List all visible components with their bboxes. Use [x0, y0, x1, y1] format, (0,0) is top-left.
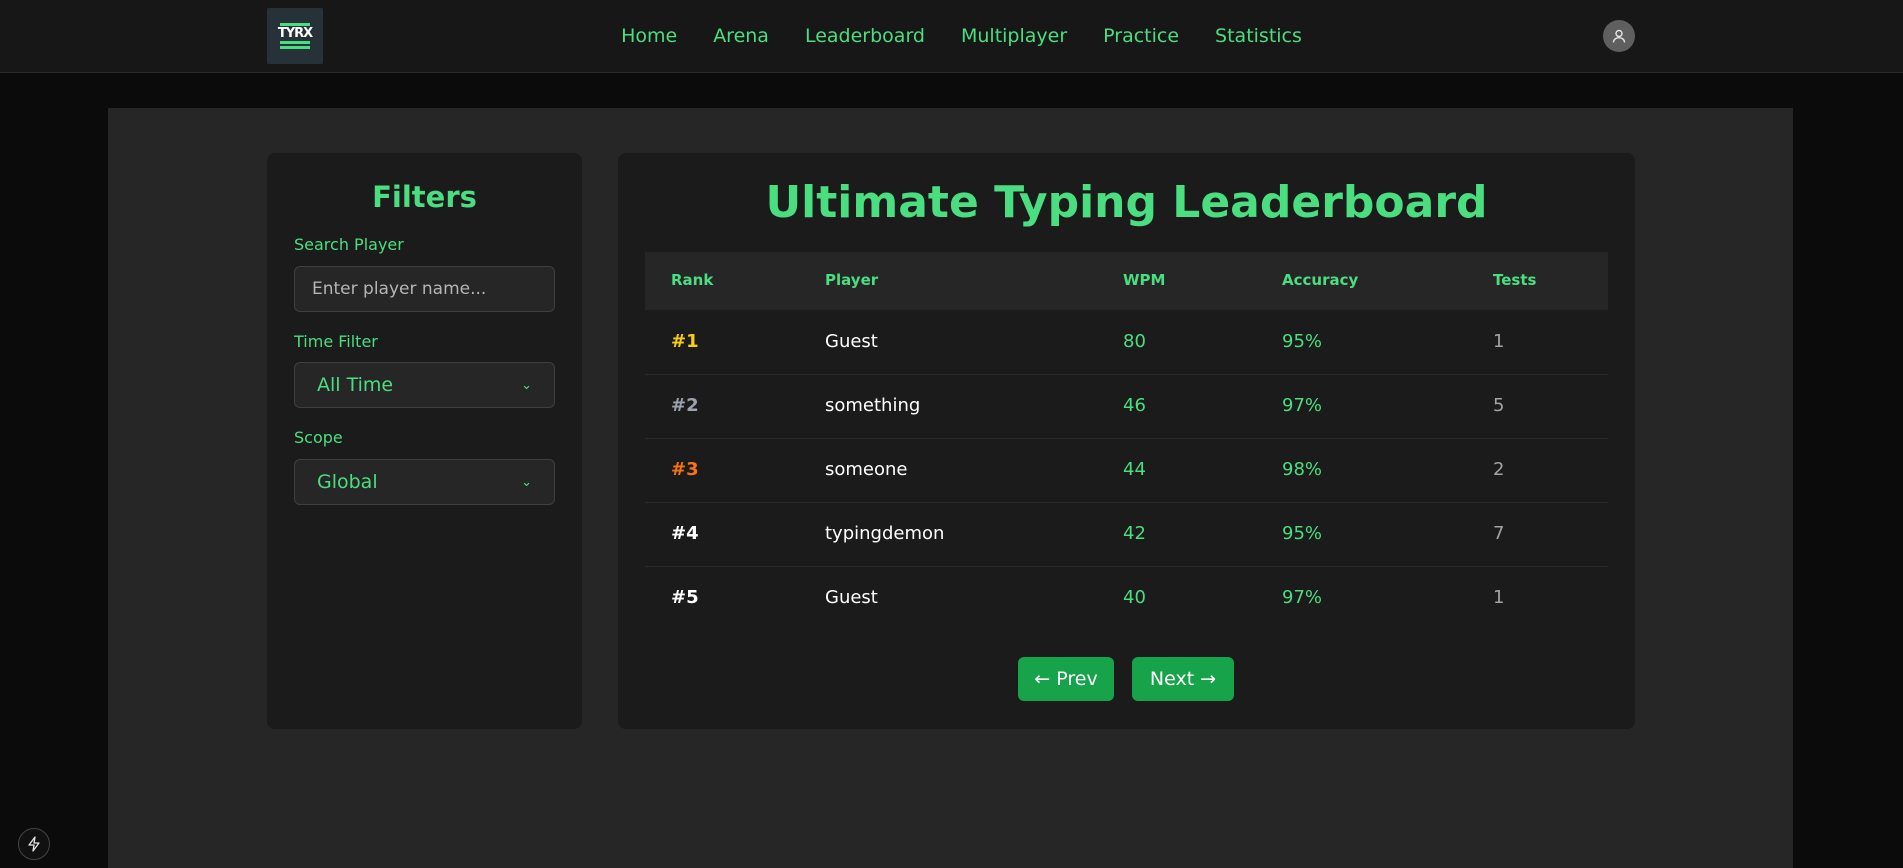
player-cell: something	[825, 395, 921, 416]
tests-cell: 7	[1493, 523, 1505, 544]
tests-cell: 2	[1493, 459, 1505, 480]
nav-link-home[interactable]: Home	[621, 25, 677, 47]
filters-title: Filters	[372, 180, 477, 214]
table-row: #2 something 46 97% 5	[645, 374, 1608, 439]
leaderboard-panel: Ultimate Typing Leaderboard Rank Player …	[618, 153, 1635, 729]
rank-cell: #2	[671, 395, 699, 416]
rank-cell: #3	[671, 459, 699, 480]
time-filter-value: All Time	[317, 374, 394, 396]
scope-label: Scope	[294, 428, 343, 447]
rank-cell: #5	[671, 587, 699, 608]
avatar[interactable]	[1603, 20, 1635, 52]
nav-link-multiplayer[interactable]: Multiplayer	[961, 25, 1067, 47]
chevron-down-icon: ⌄	[521, 474, 532, 490]
accuracy-cell: 97%	[1282, 395, 1323, 416]
dev-tools-button[interactable]	[18, 828, 50, 860]
time-filter-label: Time Filter	[294, 332, 378, 351]
wpm-cell: 46	[1123, 395, 1146, 416]
search-player-input[interactable]	[294, 266, 555, 312]
time-filter-select[interactable]: All Time ⌄	[294, 362, 555, 408]
rank-cell: #4	[671, 523, 699, 544]
column-header-tests: Tests	[1493, 271, 1537, 289]
accuracy-cell: 98%	[1282, 459, 1323, 480]
accuracy-cell: 95%	[1282, 331, 1323, 352]
scope-value: Global	[317, 471, 378, 493]
column-header-player: Player	[825, 271, 879, 289]
column-header-rank: Rank	[671, 271, 714, 289]
table-row: #3 someone 44 98% 2	[645, 438, 1608, 503]
player-cell: someone	[825, 459, 908, 480]
nav-link-leaderboard[interactable]: Leaderboard	[805, 25, 925, 47]
wpm-cell: 44	[1123, 459, 1146, 480]
nav-link-arena[interactable]: Arena	[713, 25, 769, 47]
wpm-cell: 42	[1123, 523, 1146, 544]
wpm-cell: 40	[1123, 587, 1146, 608]
navbar: TYRX Home Arena Leaderboard Multiplayer …	[0, 0, 1903, 73]
user-icon	[1612, 29, 1626, 43]
wpm-cell: 80	[1123, 331, 1146, 352]
column-header-wpm: WPM	[1123, 271, 1166, 289]
table-row: #4 typingdemon 42 95% 7	[645, 502, 1608, 567]
bolt-icon	[28, 836, 40, 852]
tests-cell: 1	[1493, 587, 1505, 608]
tests-cell: 1	[1493, 331, 1505, 352]
table-header: Rank Player WPM Accuracy Tests	[645, 252, 1608, 310]
leaderboard-title: Ultimate Typing Leaderboard	[765, 177, 1488, 228]
table-row: #5 Guest 40 97% 1	[645, 566, 1608, 630]
table-row: #1 Guest 80 95% 1	[645, 310, 1608, 375]
filters-panel: Filters Search Player Time Filter All Ti…	[267, 153, 582, 729]
search-player-label: Search Player	[294, 235, 404, 254]
player-cell: Guest	[825, 331, 878, 352]
rank-cell: #1	[671, 331, 699, 352]
nav-link-statistics[interactable]: Statistics	[1215, 25, 1302, 47]
accuracy-cell: 97%	[1282, 587, 1323, 608]
next-page-button[interactable]: Next →	[1132, 657, 1234, 701]
chevron-down-icon: ⌄	[521, 377, 532, 393]
prev-page-button[interactable]: ← Prev	[1018, 657, 1114, 701]
column-header-accuracy: Accuracy	[1282, 271, 1359, 289]
tests-cell: 5	[1493, 395, 1505, 416]
nav-link-practice[interactable]: Practice	[1103, 25, 1179, 47]
scope-select[interactable]: Global ⌄	[294, 459, 555, 505]
accuracy-cell: 95%	[1282, 523, 1323, 544]
player-cell: Guest	[825, 587, 878, 608]
player-cell: typingdemon	[825, 523, 945, 544]
